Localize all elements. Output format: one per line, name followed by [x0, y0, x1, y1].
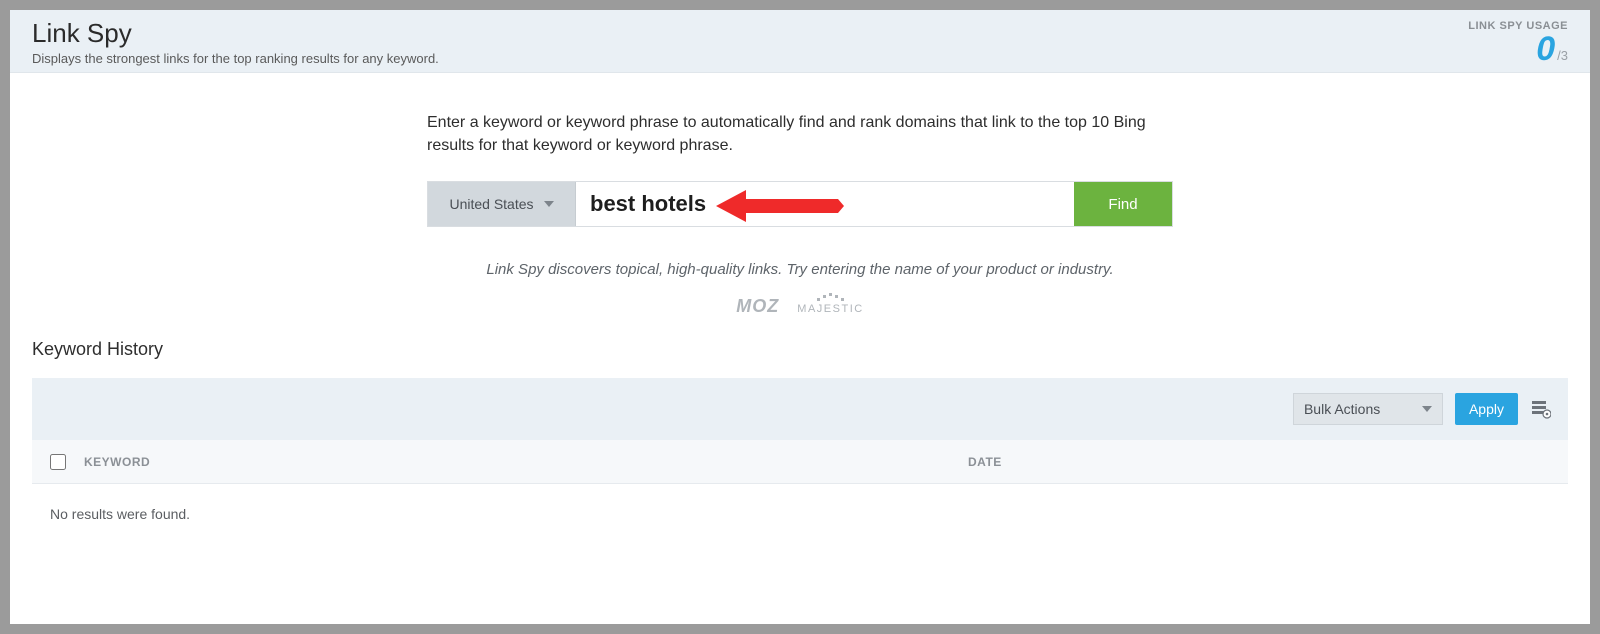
- apply-button[interactable]: Apply: [1455, 393, 1518, 425]
- header-title-block: Link Spy Displays the strongest links fo…: [32, 18, 439, 66]
- page-subtitle: Displays the strongest links for the top…: [32, 51, 439, 66]
- history-section: Keyword History Bulk Actions Apply: [10, 329, 1590, 554]
- usage-block: LINK SPY USAGE 0/3: [1468, 20, 1568, 66]
- search-instruction: Enter a keyword or keyword phrase to aut…: [427, 111, 1173, 157]
- partner-logos: MOZ MAJESTIC: [427, 296, 1173, 317]
- page-title: Link Spy: [32, 18, 439, 49]
- history-title: Keyword History: [32, 339, 1568, 360]
- select-all-checkbox[interactable]: [50, 454, 66, 470]
- header-bar: Link Spy Displays the strongest links fo…: [10, 10, 1590, 73]
- majestic-logo-text: MAJESTIC: [797, 303, 863, 315]
- usage-total: /3: [1557, 48, 1568, 63]
- column-keyword[interactable]: KEYWORD: [84, 455, 968, 469]
- usage-used: 0: [1536, 32, 1555, 66]
- app-frame: Link Spy Displays the strongest links fo…: [10, 10, 1590, 624]
- search-hint: Link Spy discovers topical, high-quality…: [427, 261, 1173, 278]
- history-empty-message: No results were found.: [32, 484, 1568, 544]
- columns-settings-icon[interactable]: [1530, 398, 1552, 420]
- moz-logo: MOZ: [736, 296, 779, 317]
- majestic-logo: MAJESTIC: [797, 298, 863, 315]
- keyword-input[interactable]: [576, 182, 1074, 226]
- usage-value: 0/3: [1468, 32, 1568, 66]
- find-button[interactable]: Find: [1074, 182, 1172, 226]
- country-select[interactable]: United States: [428, 182, 576, 226]
- majestic-stars-icon: [817, 298, 844, 301]
- history-toolbar: Bulk Actions Apply: [32, 378, 1568, 440]
- chevron-down-icon: [544, 201, 554, 207]
- column-date[interactable]: DATE: [968, 455, 1568, 469]
- select-all-cell: [32, 454, 84, 470]
- search-row: United States Find: [427, 181, 1173, 227]
- history-table-header: KEYWORD DATE: [32, 440, 1568, 484]
- country-select-label: United States: [449, 196, 533, 212]
- chevron-down-icon: [1422, 406, 1432, 412]
- bulk-actions-select[interactable]: Bulk Actions: [1293, 393, 1443, 425]
- search-section: Enter a keyword or keyword phrase to aut…: [427, 73, 1173, 329]
- bulk-actions-label: Bulk Actions: [1304, 401, 1380, 417]
